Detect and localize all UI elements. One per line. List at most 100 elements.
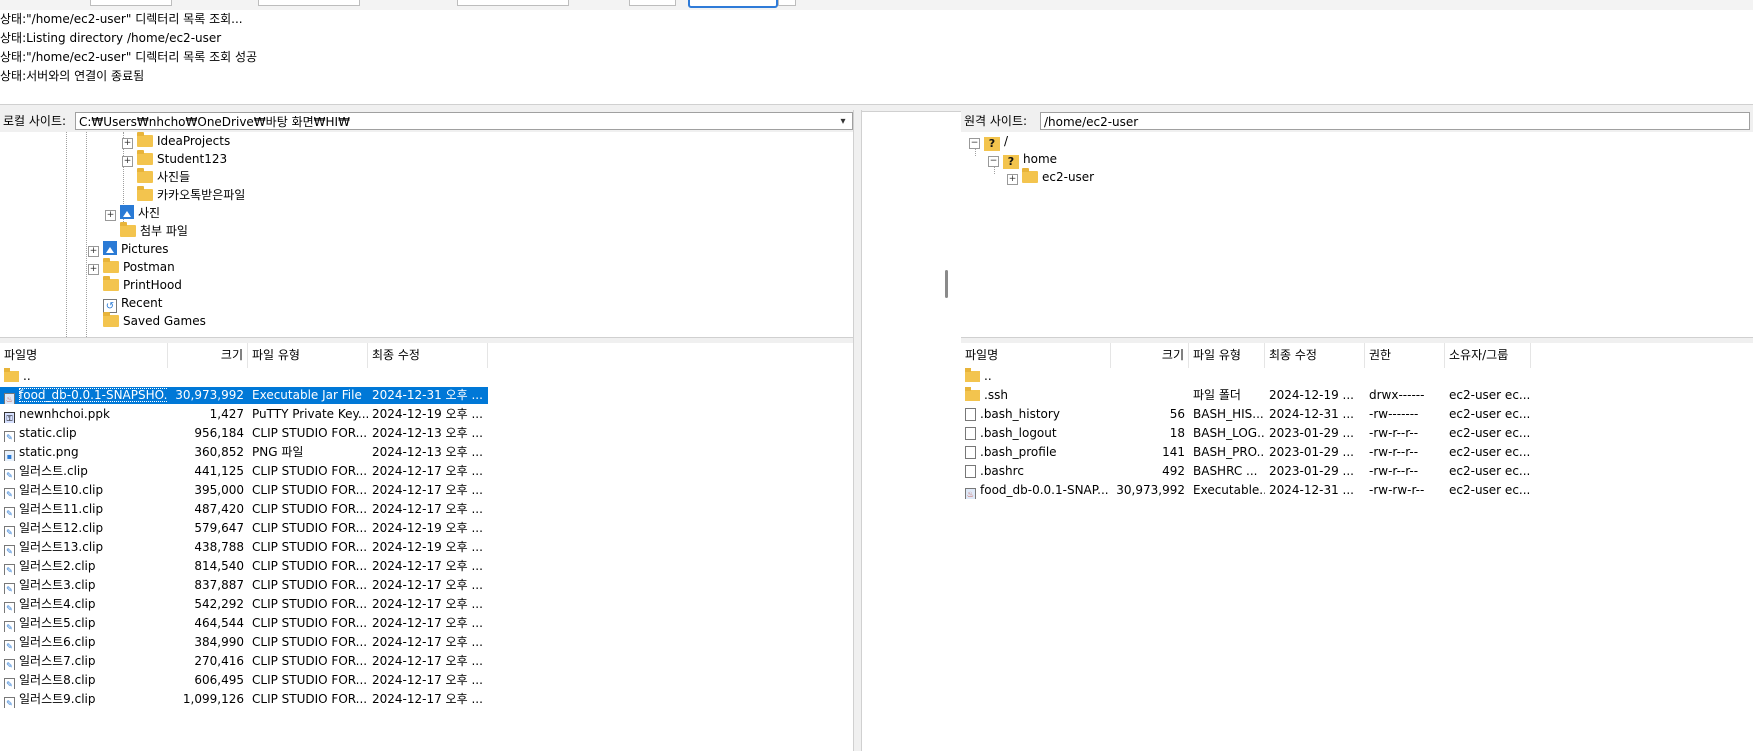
remote-path-input[interactable]: /home/ec2-user — [1040, 112, 1750, 130]
file-row[interactable]: ▪ static.png 360,852 PNG 파일 2024-12-13 오후 ..… — [0, 444, 488, 461]
file-row[interactable]: ✎ 일러스트9.clip 1,099,126 CLIP STUDIO FOR... 20… — [0, 691, 488, 708]
file-row[interactable]: ✎ 일러스트5.clip 464,544 CLIP STUDIO FOR... 2024… — [0, 615, 488, 632]
tree-item[interactable]: −? / — [969, 132, 1008, 151]
file-size: 1,427 — [209, 407, 244, 421]
file-row[interactable]: ✎ 일러스트11.clip 487,420 CLIP STUDIO FOR... 202… — [0, 501, 488, 518]
column-header[interactable]: 파일명 — [0, 343, 168, 368]
file-row[interactable]: ✎ 일러스트3.clip 837,887 CLIP STUDIO FOR... 2024… — [0, 577, 488, 594]
file-size: 360,852 — [194, 445, 244, 459]
column-header[interactable]: 소유자/그룹 — [1445, 343, 1531, 368]
tree-item[interactable]: + Postman — [88, 258, 175, 276]
file-type: CLIP STUDIO FOR... — [252, 673, 368, 687]
expand-icon[interactable]: + — [88, 264, 99, 275]
column-header[interactable]: 파일 유형 — [1189, 343, 1265, 368]
local-site-bar: 로컬 사이트: C:₩Users₩nhcho₩OneDrive₩바탕 화면₩HI… — [0, 110, 853, 132]
collapse-icon[interactable]: − — [969, 138, 980, 149]
tree-item[interactable]: −? home — [988, 150, 1057, 169]
tree-item[interactable]: + 사진 — [105, 204, 160, 222]
column-header[interactable]: 최종 수정 — [368, 343, 488, 368]
file-type: CLIP STUDIO FOR... — [252, 521, 368, 535]
file-size: 837,887 — [194, 578, 244, 592]
expand-icon[interactable]: + — [105, 210, 116, 221]
file-row[interactable]: ⚿ newnhchoi.ppk 1,427 PuTTY Private Key... 2… — [0, 406, 488, 423]
clip-file-icon: ✎ — [4, 621, 15, 632]
file-row[interactable]: .bash_history 56 BASH_HIS... 2024-12-31 ...… — [961, 406, 1753, 423]
tree-item-label: Pictures — [121, 242, 169, 256]
file-row[interactable]: ♨ food_db-0.0.1-SNAP... 30,973,992 Executab… — [961, 482, 1753, 499]
column-header[interactable]: 크기 — [1111, 343, 1189, 368]
file-row[interactable]: ✎ 일러스트10.clip 395,000 CLIP STUDIO FOR... 202… — [0, 482, 488, 499]
file-type — [248, 368, 368, 385]
question-folder-icon: ? — [1003, 155, 1019, 169]
file-row[interactable]: ✎ 일러스트6.clip 384,990 CLIP STUDIO FOR... 2024… — [0, 634, 488, 651]
tree-item[interactable]: ↺ Recent — [88, 294, 162, 313]
file-type — [1189, 368, 1265, 385]
file-type: CLIP STUDIO FOR... — [252, 483, 368, 497]
file-size: 487,420 — [194, 502, 244, 516]
clip-file-icon: ✎ — [4, 469, 15, 480]
tree-item[interactable]: PrintHood — [88, 276, 182, 294]
file-row[interactable]: .. — [0, 368, 488, 385]
username-field[interactable] — [258, 0, 360, 6]
file-perm: drwx------ — [1369, 388, 1425, 402]
file-name-text: .. — [23, 369, 31, 383]
column-header[interactable]: 파일명 — [961, 343, 1111, 368]
local-list-header: 파일명크기파일 유형최종 수정 ^ — [0, 343, 853, 368]
tree-item[interactable]: + ec2-user — [1007, 168, 1094, 186]
tree-item[interactable]: + Student123 — [122, 150, 227, 168]
file-row[interactable]: .bash_logout 18 BASH_LOG... 2023-01-29 ... -… — [961, 425, 1753, 442]
collapse-icon[interactable]: − — [988, 156, 999, 167]
file-name-text: 일러스트13.clip — [19, 540, 104, 554]
host-field[interactable] — [90, 0, 172, 6]
jar-file-icon: ♨ — [965, 488, 976, 499]
column-header[interactable]: 최종 수정 — [1265, 343, 1365, 368]
expand-icon[interactable]: + — [88, 246, 99, 257]
local-path-input[interactable]: C:₩Users₩nhcho₩OneDrive₩바탕 화면₩HI₩ ▾ — [75, 112, 853, 130]
file-row[interactable]: .bashrc 492 BASHRC ... 2023-01-29 ... -rw-r-… — [961, 463, 1753, 480]
quickconnect-dropdown-button[interactable] — [778, 0, 796, 6]
column-header[interactable]: 크기 — [168, 343, 248, 368]
tree-item[interactable]: + IdeaProjects — [122, 132, 230, 150]
pane-splitter[interactable] — [853, 110, 862, 751]
recent-icon: ↺ — [103, 299, 117, 313]
column-header[interactable]: 권한 — [1365, 343, 1445, 368]
file-row[interactable]: ✎ 일러스트4.clip 542,292 CLIP STUDIO FOR... 2024… — [0, 596, 488, 613]
file-row[interactable]: ✎ 일러스트13.clip 438,788 CLIP STUDIO FOR... 202… — [0, 539, 488, 556]
password-field[interactable] — [457, 0, 569, 6]
file-owner: ec2-user ec... — [1449, 483, 1531, 497]
chevron-down-icon[interactable]: ▾ — [836, 113, 850, 129]
tree-item-label: PrintHood — [123, 278, 182, 292]
file-row[interactable]: .bash_profile 141 BASH_PRO... 2023-01-29 ..… — [961, 444, 1753, 461]
file-row[interactable]: ✎ 일러스트7.clip 270,416 CLIP STUDIO FOR... 2024… — [0, 653, 488, 670]
file-row[interactable]: ♨ food_db-0.0.1-SNAPSHO... 30,973,992 Execu… — [0, 387, 488, 404]
expand-icon[interactable]: + — [122, 138, 133, 149]
column-header[interactable]: 파일 유형 — [248, 343, 368, 368]
remote-path-value: /home/ec2-user — [1044, 115, 1139, 129]
file-name: ✎ static.clip — [0, 425, 168, 442]
file-row[interactable]: .. — [961, 368, 1753, 385]
log-line: 상태:"/home/ec2-user" 디렉터리 목록 조회 성공 — [0, 48, 257, 67]
file-row[interactable]: ✎ 일러스트8.clip 606,495 CLIP STUDIO FOR... 2024… — [0, 672, 488, 689]
file-row[interactable]: .ssh 파일 폴더 2024-12-19 ... drwx------ ec2-use… — [961, 387, 1753, 404]
file-row[interactable]: ✎ static.clip 956,184 CLIP STUDIO FOR... 202… — [0, 425, 488, 442]
tree-item[interactable]: + Pictures — [88, 240, 169, 258]
tree-item-label: ec2-user — [1042, 170, 1095, 184]
tree-item[interactable]: 첨부 파일 — [105, 222, 188, 240]
port-field[interactable] — [629, 0, 676, 6]
expand-icon[interactable]: + — [1007, 174, 1018, 185]
sort-ascending-icon: ^ — [1035, 343, 1043, 346]
expand-icon[interactable]: + — [122, 156, 133, 167]
tree-item[interactable]: Saved Games — [88, 312, 206, 330]
file-modified — [368, 368, 488, 385]
quickconnect-button[interactable] — [688, 0, 778, 8]
tree-item[interactable]: 카카오톡받은파일 — [122, 186, 245, 204]
file-row[interactable]: ✎ 일러스트.clip 441,125 CLIP STUDIO FOR... 2024-… — [0, 463, 488, 480]
file-row[interactable]: ✎ 일러스트2.clip 814,540 CLIP STUDIO FOR... 2024… — [0, 558, 488, 575]
tree-item[interactable]: 사진들 — [122, 168, 190, 186]
file-row[interactable]: ✎ 일러스트12.clip 579,647 CLIP STUDIO FOR... 202… — [0, 520, 488, 537]
file-type: BASH_HIS... — [1193, 407, 1264, 421]
local-tree-scrollbar[interactable] — [945, 270, 948, 298]
file-name: ✎ 일러스트13.clip — [0, 539, 168, 556]
folder-icon — [4, 368, 19, 382]
file-type: CLIP STUDIO FOR... — [252, 426, 368, 440]
